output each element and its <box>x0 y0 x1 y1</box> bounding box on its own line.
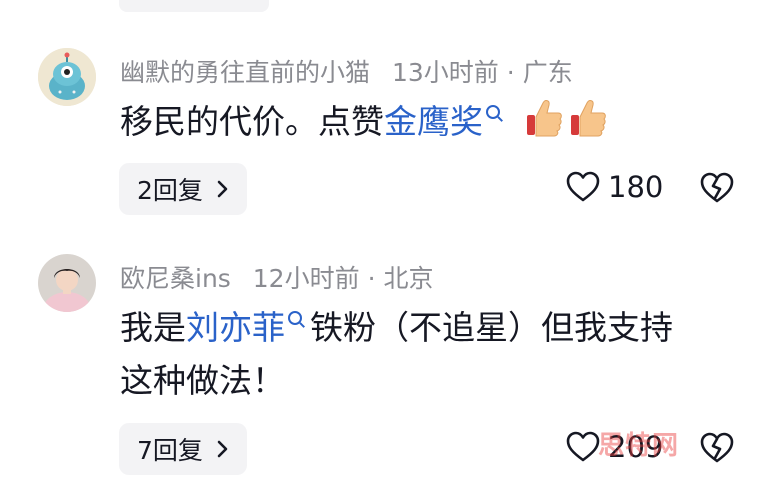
username[interactable]: 欧尼桑ins <box>120 264 231 293</box>
search-icon <box>486 105 500 119</box>
comment-text-line: 这种做法！ <box>120 355 285 407</box>
comment-time: 13小时前 <box>391 58 499 87</box>
comment-text-part: 移民的代价。点赞 <box>120 102 384 141</box>
broken-heart-icon <box>700 432 734 463</box>
like-button[interactable]: 209 <box>566 430 663 464</box>
comment-text-part: 铁粉（不追星）但我支持 <box>310 308 673 347</box>
heart-icon <box>566 171 600 202</box>
comment-text: 我是刘亦菲 铁粉（不追星）但我支持 <box>120 302 673 354</box>
comment-text-part: 我是 <box>120 308 186 347</box>
heart-icon <box>566 431 600 462</box>
view-replies-button[interactable]: 7回复 <box>119 423 247 475</box>
thumbs-up-icon <box>525 97 563 154</box>
search-link[interactable]: 刘亦菲 <box>186 308 285 347</box>
chevron-right-icon <box>217 440 228 458</box>
username[interactable]: 幽默的勇往直前的小猫 <box>120 58 370 87</box>
previous-reply-button[interactable] <box>119 0 269 12</box>
comment-meta: 欧尼桑ins 12小时前 · 北京 <box>120 259 434 295</box>
broken-heart-icon <box>700 172 734 203</box>
replies-label: 2回复 <box>137 176 203 205</box>
comment-meta: 幽默的勇往直前的小猫 13小时前 · 广东 <box>120 53 573 89</box>
comment-location: 广东 <box>522 58 573 87</box>
like-count: 209 <box>608 430 664 464</box>
search-link[interactable]: 金鹰奖 <box>384 102 483 141</box>
user-photo-icon <box>38 254 96 312</box>
meta-separator: · <box>506 58 515 87</box>
dislike-button[interactable] <box>699 172 735 208</box>
thumbs-up-icon <box>569 97 607 154</box>
search-icon <box>288 311 302 325</box>
like-button[interactable]: 180 <box>566 170 663 204</box>
comment-text: 移民的代价。点赞金鹰奖 <box>120 96 607 154</box>
chevron-right-icon <box>217 180 228 198</box>
avatar[interactable] <box>38 254 96 312</box>
like-count: 180 <box>608 170 664 204</box>
dislike-button[interactable] <box>699 432 735 468</box>
view-replies-button[interactable]: 2回复 <box>119 163 247 215</box>
comment-location: 北京 <box>383 264 434 293</box>
replies-label: 7回复 <box>137 436 203 465</box>
meta-separator: · <box>367 264 376 293</box>
avatar[interactable] <box>38 48 96 106</box>
comment-text-part: 这种做法！ <box>120 361 285 400</box>
comment-time: 12小时前 <box>252 264 360 293</box>
cartoon-creature-icon <box>38 48 96 106</box>
